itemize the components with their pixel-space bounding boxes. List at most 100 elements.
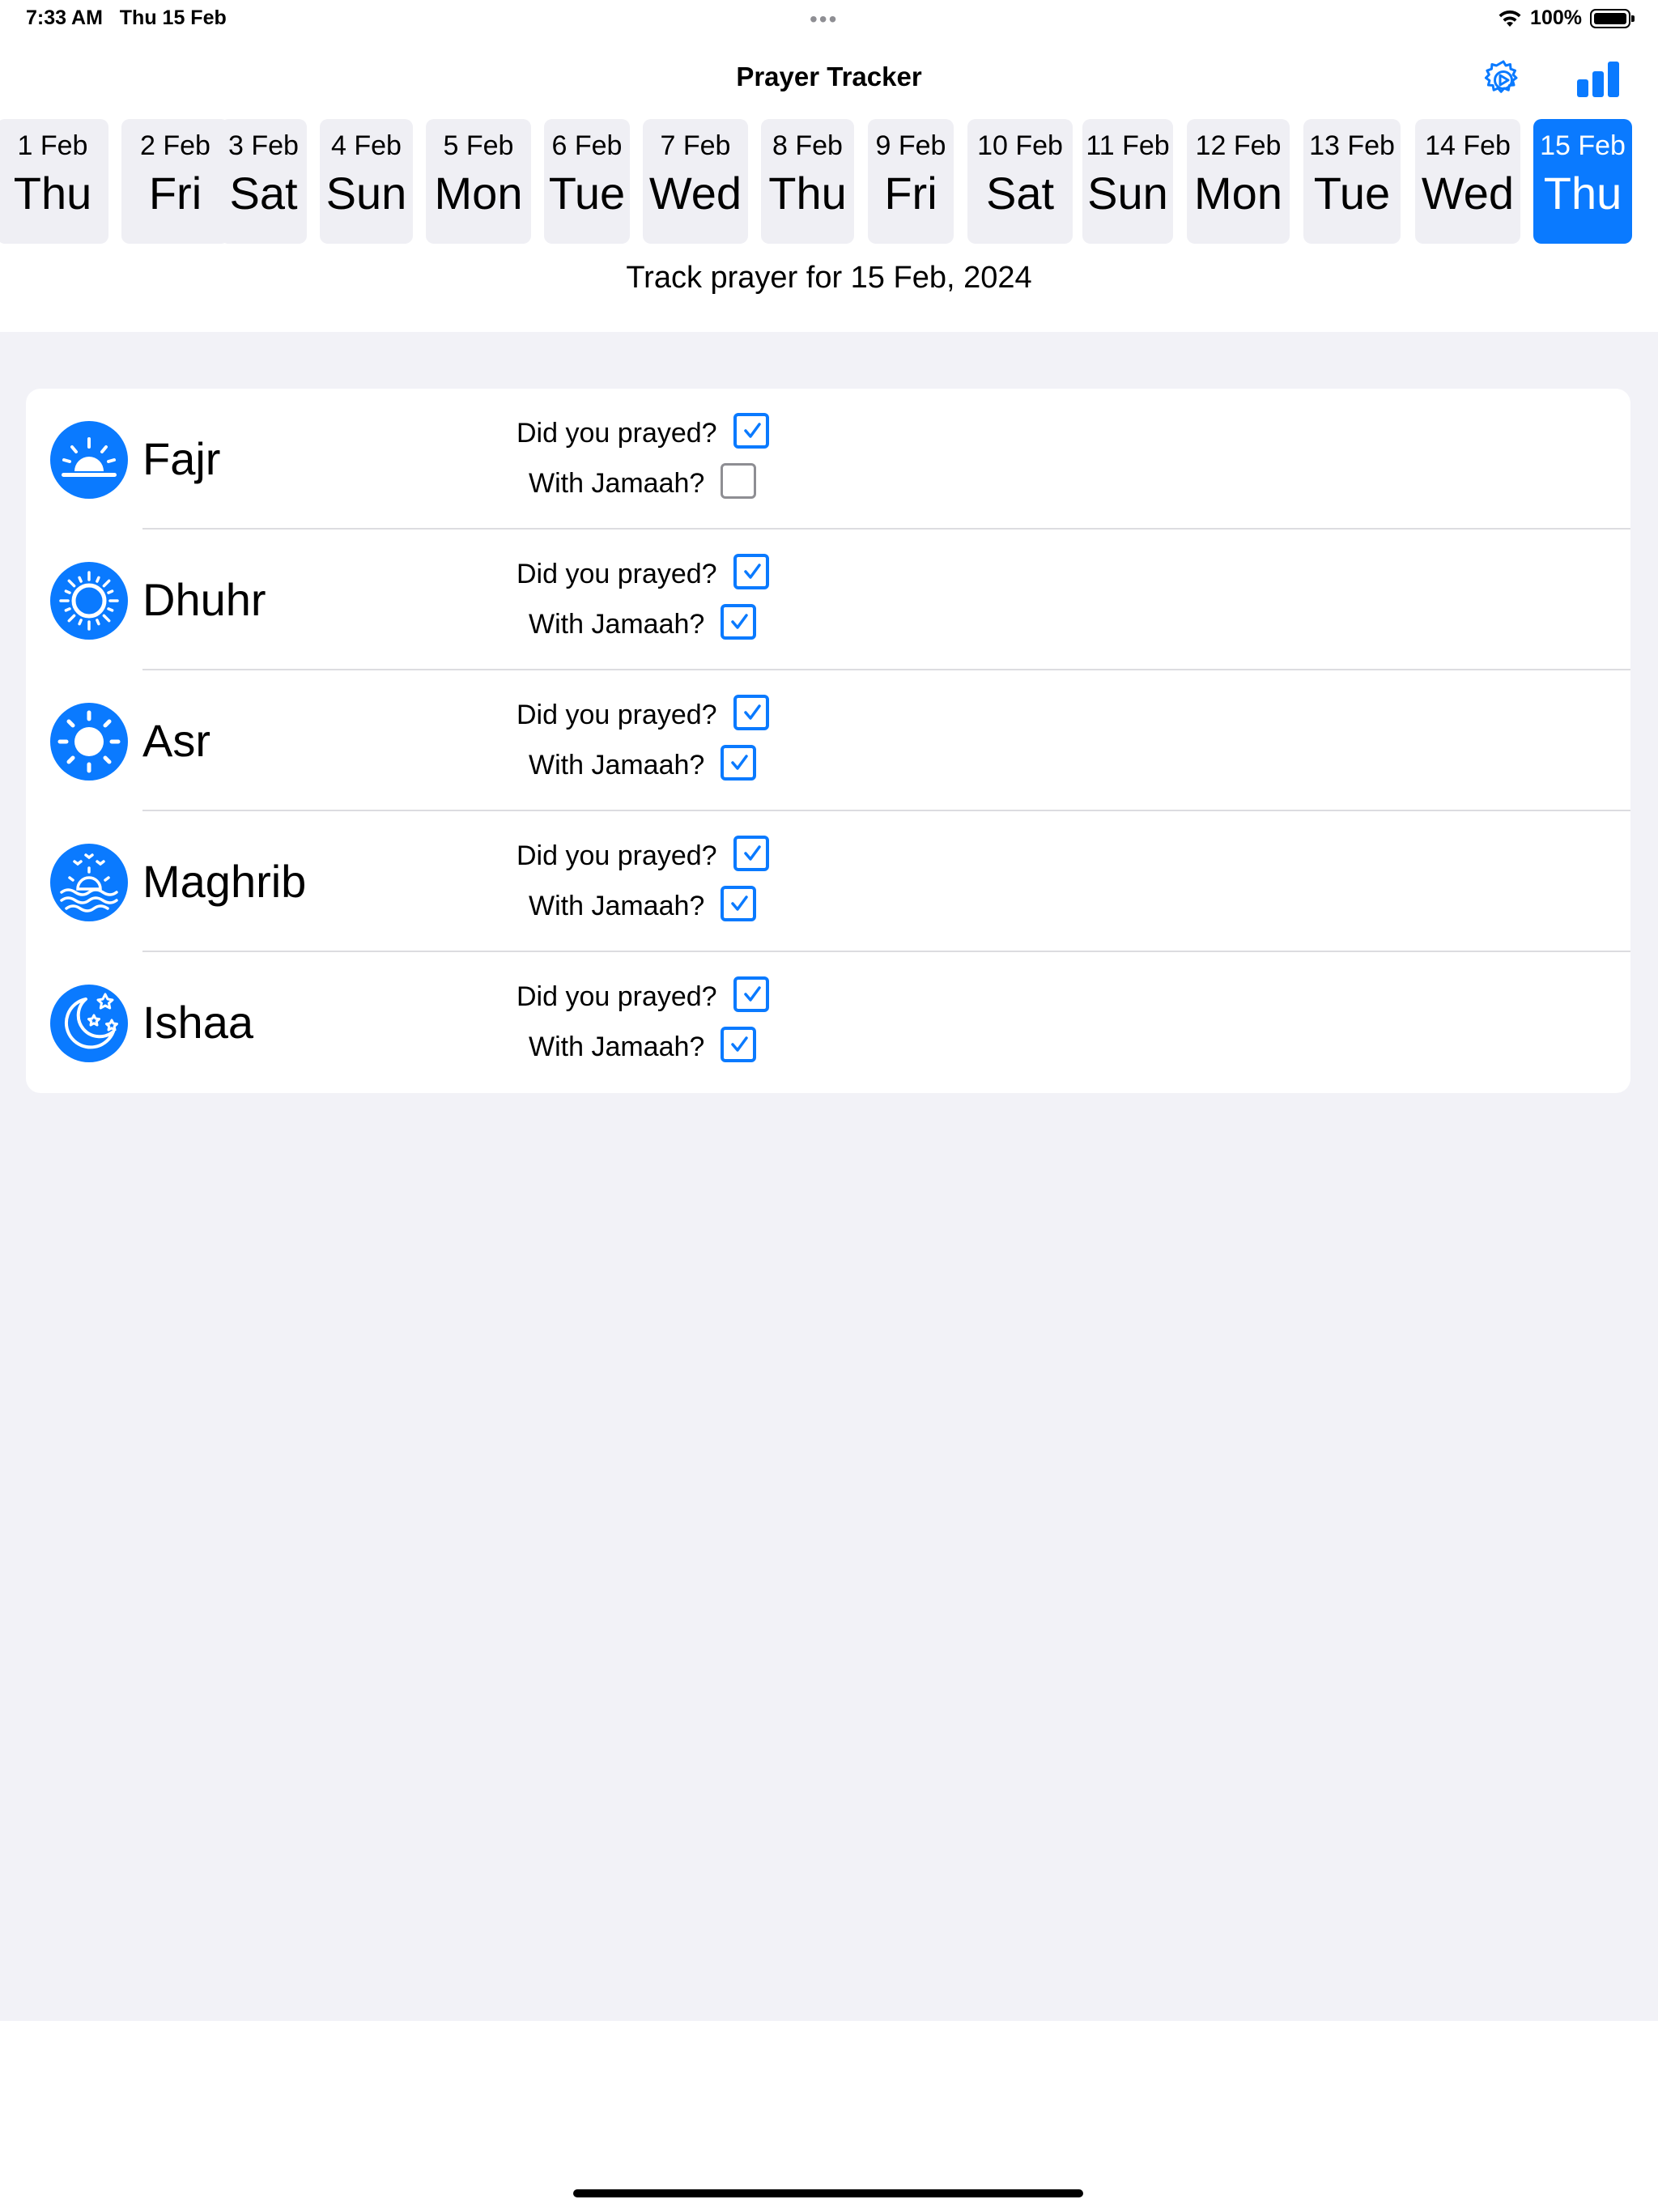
day-name: Mon — [1194, 168, 1282, 219]
checkmark-icon — [744, 564, 761, 579]
status-time-date: 7:33 AM Thu 15 Feb — [26, 6, 227, 29]
day-date: 8 Feb — [772, 130, 843, 161]
sun-icon — [50, 703, 128, 781]
day-name: Sat — [229, 168, 298, 219]
nav-bar: Prayer Tracker — [0, 53, 1658, 107]
checkmark-icon — [744, 423, 761, 438]
day-name: Fri — [884, 168, 937, 219]
battery-icon — [1590, 8, 1635, 28]
day-date: 13 Feb — [1309, 130, 1395, 161]
track-date-label: Track prayer for 15 Feb, 2024 — [626, 261, 1032, 295]
day-name: Wed — [648, 168, 742, 219]
day-chip-9[interactable]: 9 Feb Fri — [868, 119, 954, 244]
prayer-name: Dhuhr — [142, 574, 266, 625]
prayer-row-dhuhr: Dhuhr Did you prayed? With Jamaah? — [26, 530, 1630, 670]
multitasking-dots-icon[interactable]: ••• — [810, 6, 838, 32]
checkmark-icon — [731, 614, 748, 629]
prayed-checkbox[interactable] — [733, 836, 769, 871]
day-date: 10 Feb — [977, 130, 1063, 161]
day-date: 7 Feb — [660, 130, 731, 161]
day-name: Tue — [548, 168, 626, 219]
day-chip-11[interactable]: 11 Feb Sun — [1082, 119, 1173, 244]
day-name: Tue — [1313, 168, 1391, 219]
prayed-checkbox[interactable] — [733, 554, 769, 589]
checkmark-icon — [744, 845, 761, 861]
prayer-name: Ishaa — [142, 997, 253, 1048]
day-date: 2 Feb — [140, 130, 210, 161]
jamaah-label: With Jamaah? — [529, 468, 705, 499]
prayer-name: Asr — [142, 715, 210, 766]
home-indicator[interactable] — [573, 2189, 1083, 2197]
day-chip-14[interactable]: 14 Feb Wed — [1415, 119, 1520, 244]
sunset-sea-icon — [50, 844, 128, 921]
jamaah-label: With Jamaah? — [529, 609, 705, 640]
day-date: 1 Feb — [17, 130, 88, 161]
prayed-checkbox[interactable] — [733, 976, 769, 1012]
prayer-row-asr: Asr Did you prayed? With Jamaah? — [26, 670, 1630, 811]
prayed-checkbox[interactable] — [733, 695, 769, 730]
day-chip-5[interactable]: 5 Feb Mon — [426, 119, 531, 244]
day-date: 6 Feb — [551, 130, 623, 161]
prayer-row-ishaa: Ishaa Did you prayed? With Jamaah? — [26, 952, 1630, 1093]
day-selector: 1 Feb Thu 2 Feb Fri 3 Feb Sat 4 Feb Sun 5 Feb Mon… — [0, 119, 1658, 244]
day-chip-7[interactable]: 7 Feb Wed — [643, 119, 748, 244]
day-chip-3[interactable]: 3 Feb Sat — [220, 119, 307, 244]
day-chip-12[interactable]: 12 Feb Mon — [1187, 119, 1290, 244]
day-date: 9 Feb — [875, 130, 946, 161]
sunrise-icon — [50, 421, 128, 499]
prayed-label: Did you prayed? — [517, 418, 717, 449]
day-name: Mon — [434, 168, 523, 219]
settings-icon[interactable] — [1482, 58, 1525, 102]
jamaah-checkbox[interactable] — [721, 463, 756, 499]
day-date: 5 Feb — [443, 130, 514, 161]
status-bar: 7:33 AM Thu 15 Feb ••• 100% — [0, 0, 1658, 39]
prayed-label: Did you prayed? — [517, 700, 717, 730]
day-name: Thu — [1543, 168, 1622, 219]
status-right: 100% — [1498, 6, 1635, 30]
day-chip-10[interactable]: 10 Feb Sat — [967, 119, 1073, 244]
prayer-list: Fajr Did you prayed? With Jamaah? Dhuhr Did … — [26, 389, 1630, 1093]
jamaah-label: With Jamaah? — [529, 750, 705, 781]
prayed-checkbox[interactable] — [733, 413, 769, 449]
moon-stars-icon — [50, 985, 128, 1062]
day-date: 4 Feb — [331, 130, 402, 161]
day-date: 12 Feb — [1195, 130, 1282, 161]
checkmark-icon — [731, 755, 748, 770]
checkmark-icon — [731, 1036, 748, 1052]
jamaah-checkbox[interactable] — [721, 604, 756, 640]
day-name: Sat — [985, 168, 1055, 219]
day-name: Sun — [325, 168, 407, 219]
day-chip-1[interactable]: 1 Feb Thu — [0, 119, 108, 244]
checkmark-icon — [731, 895, 748, 911]
prayer-row-fajr: Fajr Did you prayed? With Jamaah? — [26, 389, 1630, 530]
day-date: 3 Feb — [228, 130, 299, 161]
day-date: 11 Feb — [1086, 130, 1170, 161]
day-chip-8[interactable]: 8 Feb Thu — [761, 119, 854, 244]
day-chip-13[interactable]: 13 Feb Tue — [1303, 119, 1401, 244]
day-chip-4[interactable]: 4 Feb Sun — [320, 119, 413, 244]
battery-level — [1594, 12, 1626, 24]
day-date: 15 Feb — [1540, 130, 1626, 161]
checkmark-icon — [744, 704, 761, 720]
page-title: Prayer Tracker — [736, 62, 922, 91]
day-chip-2[interactable]: 2 Feb Fri — [121, 119, 229, 244]
jamaah-label: With Jamaah? — [529, 1032, 705, 1062]
prayer-name: Fajr — [142, 433, 221, 484]
day-name: Sun — [1087, 168, 1168, 219]
prayed-label: Did you prayed? — [517, 840, 717, 871]
day-date: 14 Feb — [1425, 130, 1511, 161]
day-chip-15[interactable]: 15 Feb Thu — [1533, 119, 1632, 244]
day-name: Fri — [148, 168, 202, 219]
checkmark-icon — [744, 986, 761, 1002]
day-name: Wed — [1421, 168, 1515, 219]
jamaah-checkbox[interactable] — [721, 1027, 756, 1062]
jamaah-label: With Jamaah? — [529, 891, 705, 921]
statistics-icon[interactable] — [1575, 60, 1621, 99]
day-chip-6[interactable]: 6 Feb Tue — [544, 119, 630, 244]
prayer-name: Maghrib — [142, 856, 307, 907]
day-name: Thu — [13, 168, 92, 219]
prayed-label: Did you prayed? — [517, 981, 717, 1012]
battery-percent: 100% — [1530, 6, 1582, 29]
jamaah-checkbox[interactable] — [721, 745, 756, 781]
jamaah-checkbox[interactable] — [721, 886, 756, 921]
